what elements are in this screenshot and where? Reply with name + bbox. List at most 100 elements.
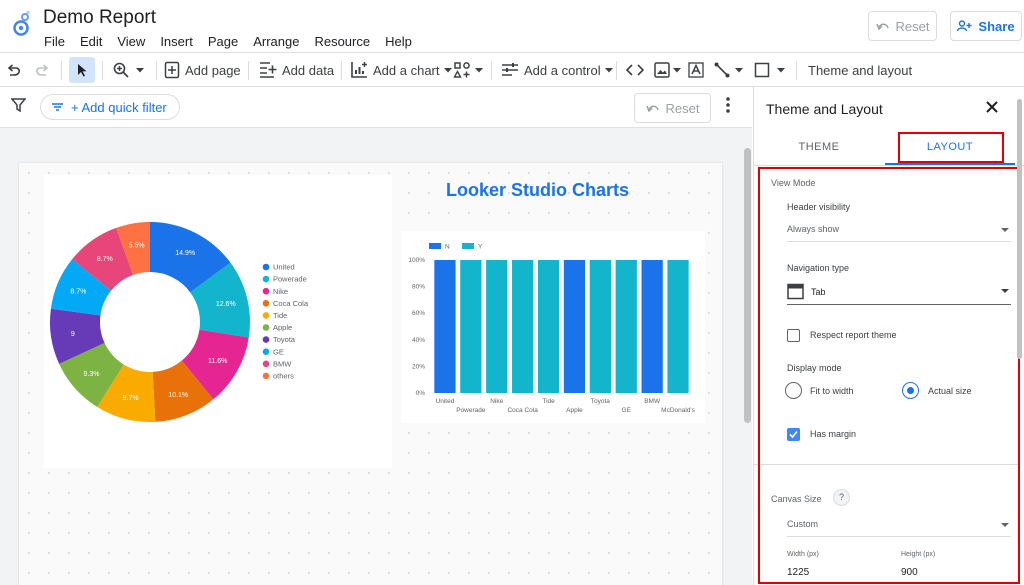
add-control-button[interactable]: Add a control (501, 57, 613, 83)
donut-value-label: 9 (71, 331, 75, 338)
toolbar-divider (156, 61, 157, 80)
menu-edit[interactable]: Edit (80, 34, 102, 49)
legend-swatch-y (462, 243, 474, 249)
add-page-button[interactable]: Add page (164, 57, 241, 83)
menu-insert[interactable]: Insert (160, 34, 193, 49)
donut-value-label: 12.6% (216, 301, 236, 308)
zoom-button[interactable] (112, 57, 144, 83)
report-name[interactable]: Demo Report (43, 7, 156, 29)
embed-url-button[interactable] (626, 57, 644, 83)
legend-label-n: N (445, 244, 450, 251)
shape-button[interactable] (754, 57, 785, 83)
legend-label: others (273, 372, 294, 381)
menu-page[interactable]: Page (208, 34, 238, 49)
bar-n-bmw (641, 260, 663, 393)
chevron-down-icon (443, 67, 452, 72)
toolbar-divider (102, 61, 103, 80)
add-data-button[interactable]: Add data (258, 57, 334, 83)
x-tick-label: Toyota (591, 398, 611, 405)
legend-marker (262, 348, 270, 355)
theme-layout-label: Theme and layout (808, 62, 913, 78)
filter-reset-label: Reset (665, 100, 700, 116)
zoom-icon (113, 62, 129, 78)
menu-view[interactable]: View (117, 34, 145, 49)
theme-layout-panel: Theme and Layout THEME LAYOUT View Mode … (753, 87, 1024, 585)
community-viz-button[interactable] (453, 57, 483, 83)
chevron-down-icon (777, 67, 785, 72)
chevron-down-icon (673, 67, 681, 72)
tab-theme[interactable]: THEME (754, 129, 884, 165)
bar-y-coca-cola (512, 260, 534, 393)
x-tick-label: Tide (542, 398, 555, 405)
undo-icon (7, 64, 20, 76)
canvas-scrollbar[interactable] (744, 148, 751, 423)
undo-button[interactable] (6, 57, 22, 83)
add-quick-filter-button[interactable]: + Add quick filter (40, 94, 180, 120)
legend-label-y: Y (478, 244, 483, 251)
donut-value-label: 8.7% (70, 289, 86, 296)
bar-y-powerade (460, 260, 482, 393)
legend-label: Tide (273, 311, 287, 320)
person-add-icon (957, 20, 972, 32)
bar-chart-card[interactable]: N Y 0% 20% 40% 60% 80% 100% United Powerade Nike Co… (401, 231, 705, 423)
bar-n-apple (563, 260, 586, 393)
panel-scrollbar[interactable] (1017, 99, 1022, 359)
toolbar-divider (61, 61, 62, 80)
legend-swatch-n (429, 243, 441, 249)
legend-marker (262, 263, 270, 271)
community-viz-icon (453, 62, 470, 78)
donut-value-label: 5.5% (129, 243, 145, 250)
add-page-label: Add page (185, 62, 241, 78)
line-button[interactable] (714, 57, 743, 83)
legend-marker (262, 287, 270, 295)
app-header: Demo Report File Edit View Insert Page A… (0, 0, 1024, 52)
text-icon (688, 62, 704, 78)
looker-studio-logo-icon[interactable] (12, 10, 34, 38)
donut-value-label: 9.3% (84, 371, 100, 378)
chevron-down-icon (604, 67, 613, 72)
panel-title: Theme and Layout (766, 101, 883, 117)
x-tick-label: McDonald's (661, 407, 696, 414)
code-icon (626, 64, 644, 76)
stacked-bar-chart: N Y 0% 20% 40% 60% 80% 100% UnitedPowerade Nike Co… (408, 243, 696, 414)
tab-divider (754, 165, 1024, 166)
filter-list-icon (52, 103, 63, 111)
reset-icon (875, 23, 889, 31)
filter-bar: + Add quick filter Reset (0, 87, 752, 127)
toolbar-divider (796, 61, 797, 80)
menu-file[interactable]: File (44, 34, 65, 49)
x-tick-label: Powerade (456, 407, 486, 414)
x-tick-label: Apple (566, 407, 583, 414)
menu-resource[interactable]: Resource (314, 34, 370, 49)
redo-button[interactable] (34, 57, 50, 83)
close-icon[interactable] (985, 100, 999, 114)
more-vert-icon[interactable] (726, 97, 730, 113)
legend-marker (262, 312, 270, 319)
line-icon (714, 62, 730, 78)
select-tool-button[interactable] (69, 57, 95, 83)
x-tick-label: Coca Cola (507, 407, 538, 414)
menu-help[interactable]: Help (385, 34, 412, 49)
header-reset-button[interactable]: Reset (868, 11, 937, 41)
legend-label: GE (273, 347, 284, 356)
add-chart-label: Add a chart (373, 62, 440, 78)
y-tick-label: 80% (412, 284, 425, 291)
donut-chart-card[interactable]: 14.9% 12.6% 11.6% 10.1% 9.7% 9.3% 9 8.7% 8.7% 5.5… (44, 175, 392, 468)
add-control-label: Add a control (524, 62, 601, 78)
add-chart-button[interactable]: Add a chart (350, 57, 452, 83)
text-box-button[interactable] (688, 57, 704, 83)
donut-value-label: 11.6% (208, 358, 227, 365)
share-button[interactable]: Share (950, 11, 1022, 41)
bar-y-mcdonald-s (667, 260, 689, 393)
y-tick-label: 40% (412, 337, 425, 344)
report-title-text[interactable]: Looker Studio Charts (400, 180, 675, 201)
donut-value-label: 10.1% (168, 392, 188, 399)
filter-icon[interactable] (11, 98, 26, 112)
menu-arrange[interactable]: Arrange (253, 34, 299, 49)
image-button[interactable] (654, 57, 681, 83)
x-tick-label: Nike (490, 398, 503, 405)
theme-layout-button[interactable]: Theme and layout (808, 57, 912, 83)
rectangle-icon (754, 62, 770, 78)
legend-label: Apple (273, 323, 292, 332)
filter-reset-button[interactable]: Reset (634, 93, 711, 123)
